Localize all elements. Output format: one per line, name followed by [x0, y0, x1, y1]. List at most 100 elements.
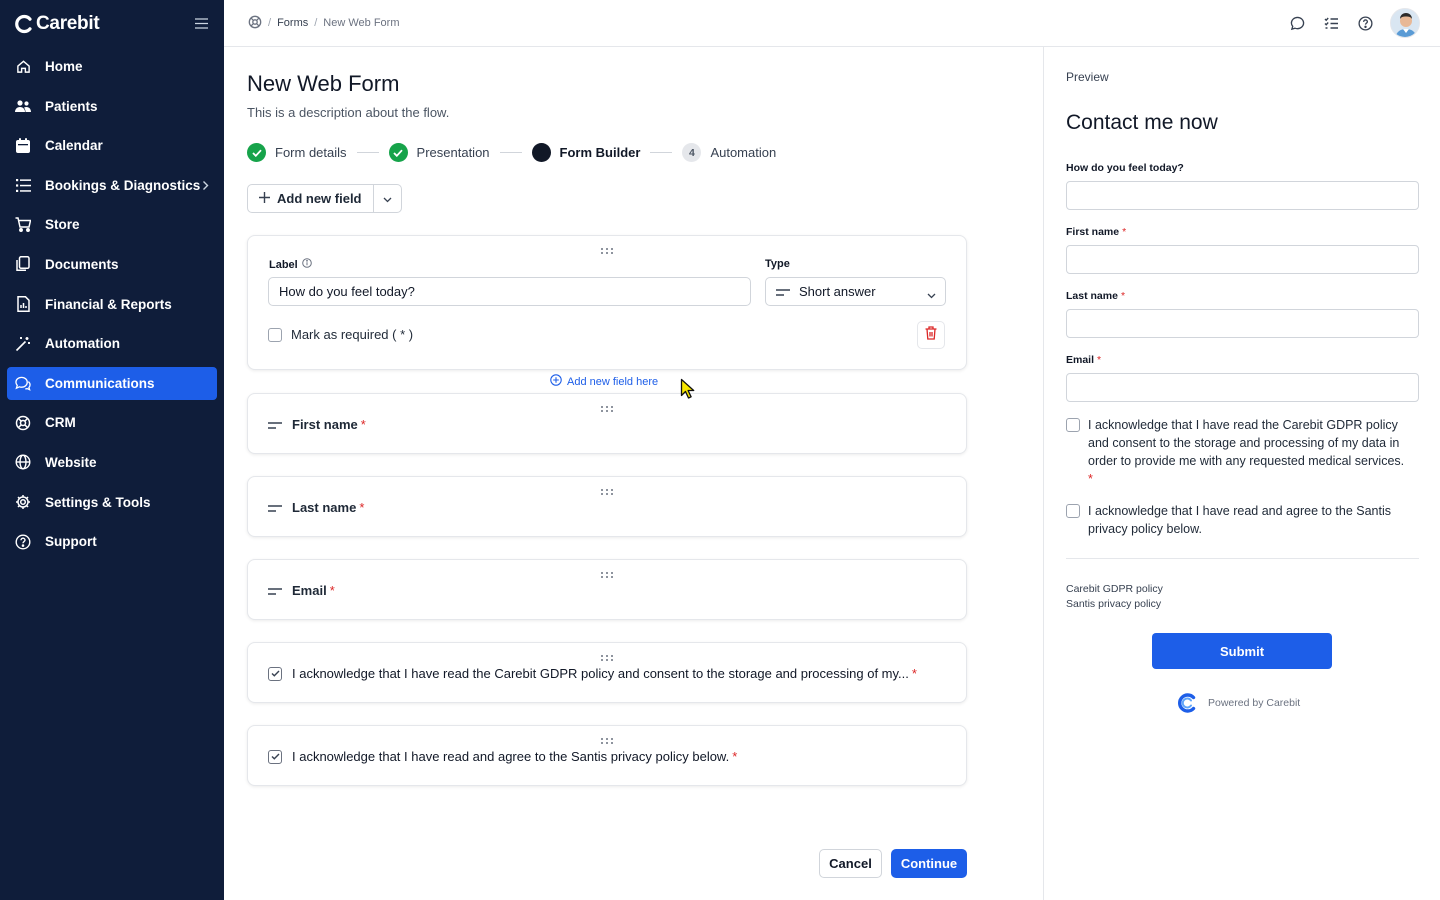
required-asterisk: *: [911, 666, 917, 681]
cart-icon: [15, 217, 31, 233]
chevron-down-icon: [383, 190, 392, 208]
label-caption-text: Label: [269, 258, 298, 271]
step-label: Automation: [710, 145, 777, 160]
preview-submit-button[interactable]: Submit: [1152, 633, 1332, 669]
preview-consent-text: I acknowledge that I have read the Careb…: [1088, 418, 1405, 468]
headset-icon[interactable]: [248, 15, 262, 32]
field-row: I acknowledge that I have read and agree…: [268, 749, 737, 764]
sidebar-item-financial-reports[interactable]: Financial & Reports: [7, 288, 217, 321]
trash-icon: [925, 325, 937, 345]
step-form-details[interactable]: Form details: [247, 143, 347, 162]
field-card-gdpr-consent[interactable]: I acknowledge that I have read the Careb…: [247, 642, 967, 703]
sidebar-item-automation[interactable]: Automation: [7, 327, 217, 360]
carebit-logo-icon: [1178, 693, 1196, 713]
preview-form-title: Contact me now: [1066, 111, 1218, 134]
label-input[interactable]: How do you feel today?: [268, 277, 751, 306]
drag-handle-icon[interactable]: [600, 566, 614, 578]
sidebar-item-patients[interactable]: Patients: [7, 90, 217, 123]
sidebar-item-communications[interactable]: Communications: [7, 366, 217, 400]
step-label: Form details: [275, 145, 347, 160]
sidebar-item-support[interactable]: Support: [7, 525, 217, 558]
sidebar-item-calendar[interactable]: Calendar: [7, 129, 217, 162]
preview-field-label-text: Last name: [1066, 290, 1118, 302]
user-avatar[interactable]: [1390, 8, 1420, 38]
menu-toggle-button[interactable]: [190, 13, 212, 35]
preview-panel: Preview Contact me now How do you feel t…: [1043, 47, 1440, 900]
report-icon: [15, 296, 31, 313]
preview-gdpr-checkbox[interactable]: [1066, 418, 1080, 432]
add-new-field-here-link[interactable]: Add new field here: [550, 374, 658, 389]
required-asterisk: *: [1088, 472, 1093, 486]
list-icon: [15, 177, 31, 193]
preview-feel-input[interactable]: [1066, 181, 1419, 210]
breadcrumb-separator: /: [314, 17, 318, 29]
sidebar-item-home[interactable]: Home: [7, 50, 217, 83]
sidebar-item-label: Settings & Tools: [45, 494, 151, 510]
field-card-first-name[interactable]: First name *: [247, 393, 967, 454]
preview-email-input[interactable]: [1066, 373, 1419, 402]
preview-first-name-input[interactable]: [1066, 245, 1419, 274]
required-label: Mark as required ( * ): [291, 327, 414, 342]
preview-field-label: How do you feel today?: [1066, 162, 1184, 174]
field-row: I acknowledge that I have read the Careb…: [268, 666, 917, 681]
field-row: Last name *: [268, 500, 364, 515]
preview-privacy-checkbox[interactable]: [1066, 504, 1080, 518]
field-card-privacy-consent[interactable]: I acknowledge that I have read and agree…: [247, 725, 967, 786]
cancel-button[interactable]: Cancel: [819, 849, 882, 878]
info-icon[interactable]: [301, 258, 312, 271]
field-card-last-name[interactable]: Last name *: [247, 476, 967, 537]
sidebar-item-label: Patients: [45, 98, 98, 114]
sidebar-item-store[interactable]: Store: [7, 208, 217, 241]
step-form-builder[interactable]: 3 Form Builder: [531, 143, 641, 162]
gdpr-policy-link[interactable]: Carebit GDPR policy: [1066, 583, 1163, 595]
drag-handle-icon[interactable]: [600, 732, 614, 744]
sidebar-item-label: Bookings & Diagnostics: [45, 177, 201, 193]
drag-handle-icon[interactable]: [600, 242, 614, 254]
add-field-dropdown-button[interactable]: [374, 185, 401, 212]
divider: [1066, 558, 1419, 559]
step-automation[interactable]: 4 Automation: [682, 143, 776, 162]
users-icon: [15, 98, 31, 114]
drag-handle-icon[interactable]: [600, 483, 614, 495]
sidebar-item-label: Calendar: [45, 138, 103, 154]
sidebar-item-crm[interactable]: CRM: [7, 406, 217, 439]
breadcrumb-forms-link[interactable]: Forms: [277, 17, 308, 29]
sidebar-item-label: Support: [45, 534, 97, 550]
preview-gdpr-consent: I acknowledge that I have read the Careb…: [1066, 416, 1421, 488]
drag-handle-icon[interactable]: [600, 400, 614, 412]
delete-field-button[interactable]: [917, 321, 945, 349]
field-card-email[interactable]: Email *: [247, 559, 967, 620]
carebit-logo-icon: [15, 14, 32, 33]
sidebar-item-label: Home: [45, 59, 83, 74]
field-label: First name: [292, 417, 358, 432]
drag-handle-icon[interactable]: [600, 649, 614, 661]
privacy-policy-link[interactable]: Santis privacy policy: [1066, 598, 1161, 610]
sidebar-item-settings-tools[interactable]: Settings & Tools: [7, 486, 217, 519]
required-asterisk: *: [359, 500, 365, 515]
type-select[interactable]: Short answer: [765, 277, 946, 306]
short-answer-icon: [776, 284, 790, 299]
continue-button[interactable]: Continue: [891, 849, 967, 878]
sidebar-item-label: Store: [45, 217, 80, 233]
required-asterisk: *: [360, 417, 366, 432]
required-asterisk: *: [1097, 354, 1102, 366]
message-icon[interactable]: [1288, 14, 1306, 32]
required-checkbox[interactable]: [268, 327, 282, 342]
tasks-icon[interactable]: [1322, 14, 1340, 32]
sidebar-item-bookings[interactable]: Bookings & Diagnostics: [7, 169, 217, 202]
preview-field-label: First name *: [1066, 226, 1126, 238]
home-icon: [15, 59, 31, 75]
preview-last-name-input[interactable]: [1066, 309, 1419, 338]
preview-field-label-text: First name: [1066, 226, 1120, 238]
app-logo[interactable]: Carebit: [14, 13, 100, 35]
step-label: Form Builder: [559, 145, 641, 160]
add-new-field-button[interactable]: Add new field: [248, 185, 374, 212]
preview-field-label-text: Email: [1066, 354, 1095, 366]
sidebar-item-label: Communications: [45, 375, 155, 391]
sidebar-item-website[interactable]: Website: [7, 446, 217, 479]
sidebar-item-documents[interactable]: Documents: [7, 248, 217, 281]
step-presentation[interactable]: Presentation: [388, 143, 490, 162]
mouse-cursor-icon: [680, 378, 695, 399]
type-select-value: Short answer: [799, 284, 876, 299]
help-icon[interactable]: [1356, 14, 1374, 32]
